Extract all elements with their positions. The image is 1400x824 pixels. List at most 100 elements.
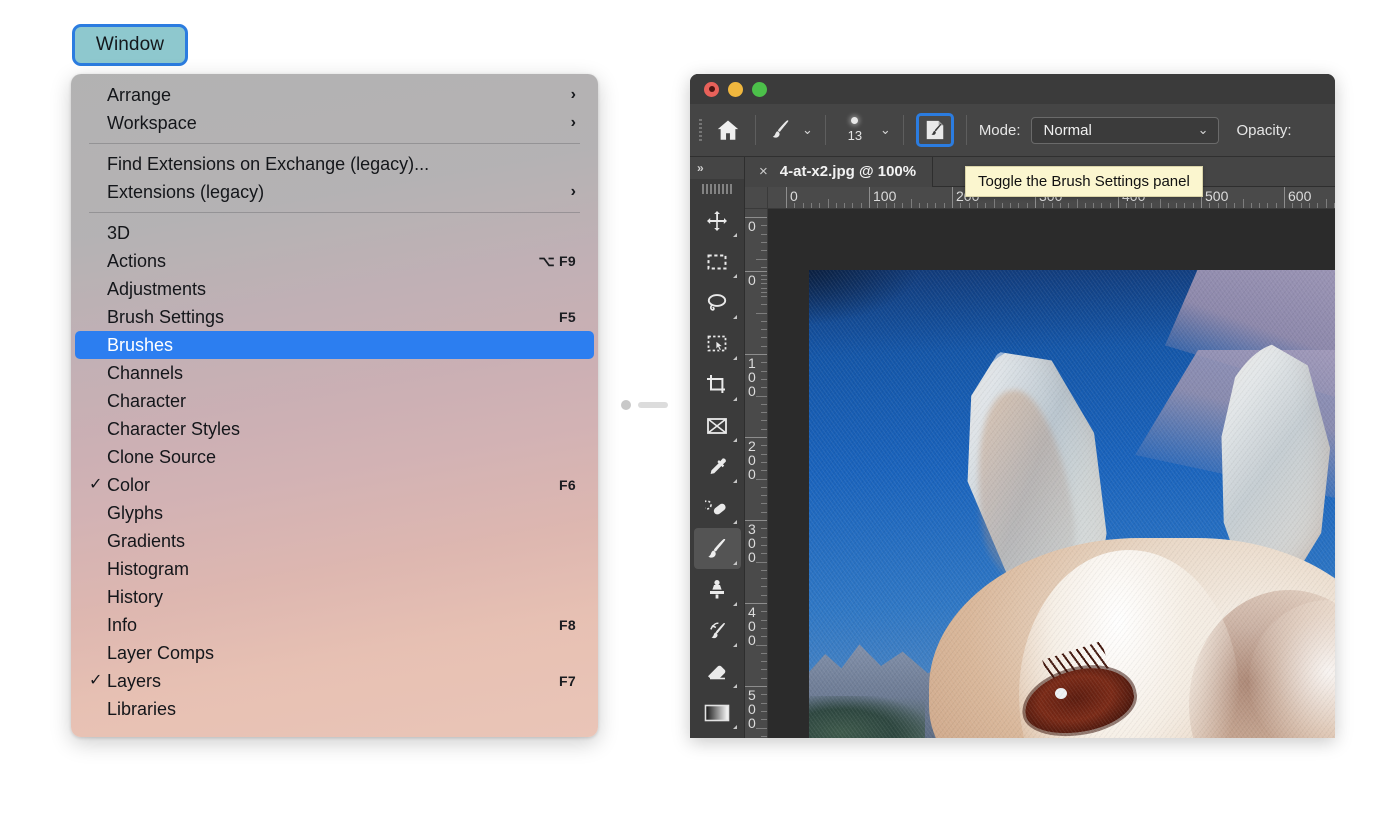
menu-item-label: Glyphs — [107, 502, 164, 523]
eraser-tool[interactable] — [694, 651, 741, 692]
ruler-origin-corner[interactable] — [745, 187, 768, 209]
brush-size-chevron-down-icon[interactable]: ⌄ — [880, 122, 891, 138]
ruler-tick — [1010, 203, 1012, 208]
menu-item-glyphs[interactable]: Glyphs — [71, 499, 598, 527]
ruler-tick — [1300, 203, 1302, 208]
ruler-tick — [761, 233, 767, 235]
menu-item-actions[interactable]: Actions ⌥ F9 — [71, 247, 598, 275]
chevron-down-icon[interactable]: ⌄ — [802, 122, 813, 138]
document-tab[interactable]: × 4-at-x2.jpg @ 100% — [745, 156, 934, 187]
menu-item-extensions-legacy[interactable]: Extensions (legacy) › — [71, 178, 598, 206]
ruler-tick — [1059, 203, 1061, 208]
zoom-button[interactable] — [752, 81, 767, 97]
ruler-tick — [844, 203, 846, 208]
menu-item-3d[interactable]: 3D — [71, 219, 598, 247]
document-artwork[interactable] — [809, 270, 1335, 738]
window-menu-button[interactable]: Window — [72, 24, 188, 66]
screenshot-root: Window Arrange › Workspace › Find Extensions… — [0, 0, 1400, 824]
menu-item-libraries[interactable]: Libraries — [71, 695, 598, 723]
ruler-label: 0 — [748, 218, 756, 234]
tool-options-corner-icon — [732, 274, 737, 278]
options-bar-grip[interactable] — [698, 117, 705, 143]
window-dropdown-menu[interactable]: Arrange › Workspace › Find Extensions on Exc… — [71, 74, 598, 737]
menu-item-brushes[interactable]: Brushes — [75, 331, 594, 359]
home-icon[interactable] — [713, 115, 743, 145]
move-tool[interactable] — [694, 200, 741, 241]
ruler-tick — [761, 578, 767, 580]
divider — [755, 115, 756, 145]
menu-item-color[interactable]: ✓ Color F6 — [71, 471, 598, 499]
ruler-tick — [761, 250, 767, 252]
eyedropper-tool[interactable] — [694, 446, 741, 487]
menu-item-history[interactable]: History — [71, 583, 598, 611]
menu-item-brush-settings[interactable]: Brush Settings F5 — [71, 303, 598, 331]
ruler-tick — [761, 694, 767, 696]
ruler-tick — [1259, 203, 1261, 208]
brush-size-indicator[interactable]: 13 — [838, 117, 872, 143]
ruler-tick — [810, 203, 812, 208]
close-button[interactable] — [704, 81, 719, 97]
menu-item-label: Find Extensions on Exchange (legacy)... — [107, 153, 430, 174]
ruler-tick — [761, 370, 767, 372]
ruler-tick — [1317, 203, 1319, 208]
minimize-button[interactable] — [728, 81, 743, 97]
brush-settings-panel-icon — [926, 120, 944, 140]
collapse-panels-button[interactable]: » — [690, 157, 744, 179]
ruler-tick — [761, 594, 767, 596]
ruler-tick — [976, 203, 978, 208]
menu-item-find-extensions-on-exchange-legacy[interactable]: Find Extensions on Exchange (legacy)... — [71, 150, 598, 178]
menu-item-arrange[interactable]: Arrange › — [71, 81, 598, 109]
ruler-tick — [1051, 203, 1053, 208]
ruler-tick — [1325, 199, 1327, 208]
clone-stamp-tool[interactable] — [694, 569, 741, 610]
menu-item-layers[interactable]: ✓ Layers F7 — [71, 667, 598, 695]
menu-item-gradients[interactable]: Gradients — [71, 527, 598, 555]
ruler-tick — [1068, 203, 1070, 208]
menu-item-clone-source[interactable]: Clone Source — [71, 443, 598, 471]
menu-item-channels[interactable]: Channels — [71, 359, 598, 387]
menu-item-label: Actions — [107, 250, 167, 271]
menu-item-info[interactable]: Info F8 — [71, 611, 598, 639]
menu-item-character-styles[interactable]: Character Styles — [71, 415, 598, 443]
document-area: × 4-at-x2.jpg @ 100% 0 100 200 300 400 500 600… — [745, 156, 1335, 738]
ruler-tick — [761, 470, 767, 472]
object-selection-tool[interactable] — [694, 323, 741, 364]
ruler-tick — [761, 503, 767, 505]
menu-item-label: Gradients — [107, 530, 186, 551]
brush-tool[interactable] — [693, 528, 741, 569]
ruler-tick — [927, 203, 929, 208]
canvas-viewport[interactable] — [768, 209, 1335, 738]
healing-brush-tool[interactable] — [694, 487, 741, 528]
opacity-label: Opacity: — [1236, 121, 1292, 139]
crop-tool[interactable] — [694, 364, 741, 405]
ruler-tick — [761, 636, 767, 638]
ruler-label: 400 — [748, 604, 756, 648]
ruler-tick — [1234, 203, 1236, 208]
menu-item-adjustments[interactable]: Adjustments — [71, 275, 598, 303]
gradient-tool[interactable] — [694, 692, 741, 733]
checkmark-icon: ✓ — [89, 672, 103, 689]
lasso-tool[interactable] — [694, 282, 741, 323]
menu-item-shortcut: ⌥ F9 — [538, 252, 576, 269]
ruler-tick — [893, 203, 895, 208]
rectangular-marquee-tool[interactable] — [694, 241, 741, 282]
menu-item-histogram[interactable]: Histogram — [71, 555, 598, 583]
toggle-brush-settings-panel-button[interactable] — [915, 113, 954, 147]
history-brush-tool[interactable] — [694, 610, 741, 651]
tools-panel-grip[interactable] — [702, 184, 732, 194]
menu-item-layer-comps[interactable]: Layer Comps — [71, 639, 598, 667]
menu-item-character[interactable]: Character — [71, 387, 598, 415]
tool-options-corner-icon — [732, 520, 737, 524]
ruler-label: 600 — [1288, 188, 1312, 204]
menu-item-label: 3D — [107, 222, 131, 243]
frame-tool[interactable] — [694, 405, 741, 446]
menu-item-workspace[interactable]: Workspace › — [71, 109, 598, 137]
ruler-tick — [761, 337, 767, 339]
ruler-tick — [918, 203, 920, 208]
vertical-ruler[interactable]: 0 0 100 200 300 400 500 — [745, 209, 768, 738]
blend-mode-select[interactable]: Normal ⌄ — [1030, 116, 1219, 144]
close-icon[interactable]: × — [759, 163, 768, 180]
menu-item-label: Brush Settings — [107, 306, 225, 327]
brush-preset-picker[interactable]: ⌄ — [768, 117, 813, 143]
menu-item-shortcut: F8 — [559, 617, 576, 633]
